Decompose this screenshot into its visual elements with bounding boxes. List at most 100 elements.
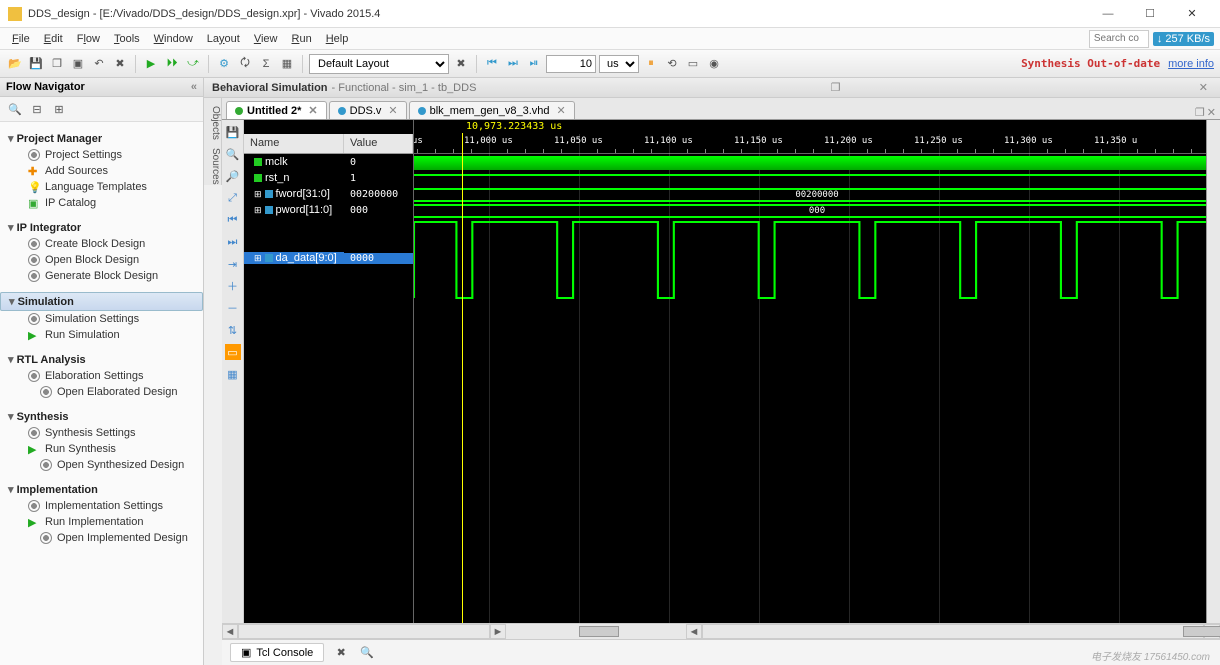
nav-item-project-settings[interactable]: Project Settings xyxy=(0,147,203,163)
panel-pop-icon[interactable]: ❐ xyxy=(827,81,845,94)
zoom-out-icon[interactable]: 🔎 xyxy=(225,168,241,184)
close-button[interactable]: ✕ xyxy=(1172,2,1212,26)
scroll-thumb[interactable] xyxy=(579,626,619,637)
run-trig-icon[interactable]: ⏭ xyxy=(504,55,522,73)
nav-group-synthesis[interactable]: Synthesis xyxy=(0,408,203,425)
menu-file[interactable]: File xyxy=(6,31,36,47)
nav-item-ip-catalog[interactable]: ▣IP Catalog xyxy=(0,195,203,211)
swap-icon[interactable]: ⇅ xyxy=(225,322,241,338)
nav-group-ip-integrator[interactable]: IP Integrator xyxy=(0,219,203,236)
more-info-link[interactable]: more info xyxy=(1168,58,1214,70)
cancel-icon[interactable]: ✖ xyxy=(111,55,129,73)
window-icon[interactable]: ▭ xyxy=(684,55,702,73)
nav-item-implementation-settings[interactable]: Implementation Settings xyxy=(0,498,203,514)
nav-item-simulation-settings[interactable]: Simulation Settings xyxy=(0,311,203,327)
panel-menu-icon[interactable]: « xyxy=(191,81,197,93)
signal-row-pword110[interactable]: ⊞pword[11:0]000 xyxy=(244,202,413,218)
zoom-fit-icon[interactable]: ⤢ xyxy=(225,190,241,206)
scope-icon[interactable]: ◉ xyxy=(705,55,723,73)
horizontal-scrollbar[interactable]: ◄ ► ◄ ► xyxy=(222,623,1220,639)
run-step-icon[interactable]: ⤻ xyxy=(184,55,202,73)
break-icon[interactable]: ⏸ xyxy=(642,55,660,73)
nav-item-open-elaborated-design[interactable]: Open Elaborated Design xyxy=(0,384,203,400)
nav-item-run-implementation[interactable]: ▶Run Implementation xyxy=(0,514,203,530)
signal-row-fword310[interactable]: ⊞fword[31:0]00200000 xyxy=(244,186,413,202)
signal-row-mclk[interactable]: mclk0 xyxy=(244,154,413,170)
step-icon[interactable]: ⏯ xyxy=(525,55,543,73)
layout-select[interactable]: Default Layout xyxy=(309,54,449,74)
clear-icon[interactable]: ✖ xyxy=(332,644,350,662)
open-icon[interactable]: 📂 xyxy=(6,55,24,73)
search-icon[interactable]: 🔍 xyxy=(6,100,24,118)
search-input[interactable] xyxy=(1089,30,1149,48)
maximize-button[interactable]: ☐ xyxy=(1130,2,1170,26)
search-icon[interactable]: 🔍 xyxy=(358,644,376,662)
panel-close-icon[interactable]: ✕ xyxy=(1195,81,1212,94)
menu-layout[interactable]: Layout xyxy=(201,31,246,47)
scroll-right-icon[interactable]: ► xyxy=(490,624,506,639)
run-time-unit[interactable]: us xyxy=(599,55,639,73)
tab-blkmem[interactable]: blk_mem_gen_v8_3.vhd✕ xyxy=(409,101,575,119)
save-icon[interactable]: 💾 xyxy=(27,55,45,73)
layout-reset-icon[interactable]: ✖ xyxy=(452,55,470,73)
col-value[interactable]: Value xyxy=(344,134,413,153)
nav-item-create-block-design[interactable]: Create Block Design xyxy=(0,236,203,252)
close-icon[interactable]: ✕ xyxy=(308,104,317,117)
highlight-icon[interactable]: ▭ xyxy=(225,344,241,360)
scroll-left-icon[interactable]: ◄ xyxy=(222,624,238,639)
scroll-left-icon[interactable]: ◄ xyxy=(686,624,702,639)
nav-group-implementation[interactable]: Implementation xyxy=(0,481,203,498)
paste-icon[interactable]: ▣ xyxy=(69,55,87,73)
undo-icon[interactable]: ↶ xyxy=(90,55,108,73)
chip-icon[interactable]: ▦ xyxy=(278,55,296,73)
menu-window[interactable]: Window xyxy=(148,31,199,47)
time-ruler[interactable]: 10,950 us11,000 us11,050 us11,100 us11,1… xyxy=(414,134,1220,154)
group-icon[interactable]: ▦ xyxy=(225,366,241,382)
nav-item-run-simulation[interactable]: ▶Run Simulation xyxy=(0,327,203,343)
remove-marker-icon[interactable]: － xyxy=(225,300,241,316)
restart-icon[interactable]: ⏮ xyxy=(483,55,501,73)
nav-item-open-implemented-design[interactable]: Open Implemented Design xyxy=(0,530,203,546)
menu-help[interactable]: Help xyxy=(320,31,355,47)
copy-icon[interactable]: ❐ xyxy=(48,55,66,73)
save-icon[interactable]: 💾 xyxy=(225,124,241,140)
close-icon[interactable]: ✕ xyxy=(556,104,565,117)
nav-group-project-manager[interactable]: Project Manager xyxy=(0,130,203,147)
menu-tools[interactable]: Tools xyxy=(108,31,146,47)
run-icon[interactable]: ▶ xyxy=(142,55,160,73)
run-all-icon[interactable]: ⏵⏵ xyxy=(163,55,181,73)
maximize-icon[interactable]: ❐ xyxy=(1195,106,1205,119)
nav-group-rtl-analysis[interactable]: RTL Analysis xyxy=(0,351,203,368)
nav-item-generate-block-design[interactable]: Generate Block Design xyxy=(0,268,203,284)
waveform-canvas[interactable]: 10,973.223433 us 10,950 us11,000 us11,05… xyxy=(414,120,1220,623)
sigma-icon[interactable]: Σ xyxy=(257,55,275,73)
goto-icon[interactable]: ⇥ xyxy=(225,256,241,272)
nav-item-open-synthesized-design[interactable]: Open Synthesized Design xyxy=(0,457,203,473)
vertical-scrollbar[interactable] xyxy=(1206,120,1220,623)
add-marker-icon[interactable]: ＋ xyxy=(225,278,241,294)
signal-row-da_data90[interactable]: ⊞da_data[9:0]0000 xyxy=(244,218,413,298)
flow-navigator-tree[interactable]: Project ManagerProject Settings✚Add Sour… xyxy=(0,122,203,665)
scroll-thumb[interactable] xyxy=(1183,626,1220,637)
signal-rows[interactable]: mclk0rst_n1⊞fword[31:0]00200000⊞pword[11… xyxy=(244,154,413,623)
prev-edge-icon[interactable]: ⏮ xyxy=(225,212,241,228)
sources-tab[interactable]: Sources xyxy=(204,140,222,185)
cursor-line[interactable] xyxy=(462,120,463,623)
menu-view[interactable]: View xyxy=(248,31,284,47)
zoom-in-icon[interactable]: 🔍 xyxy=(225,146,241,162)
menu-run[interactable]: Run xyxy=(286,31,318,47)
close-icon[interactable]: ✕ xyxy=(1207,106,1216,119)
nav-item-run-synthesis[interactable]: ▶Run Synthesis xyxy=(0,441,203,457)
tab-dds[interactable]: DDS.v✕ xyxy=(329,101,407,119)
next-edge-icon[interactable]: ⏭ xyxy=(225,234,241,250)
run-time-input[interactable] xyxy=(546,55,596,73)
tcl-console-tab[interactable]: ▣ Tcl Console xyxy=(230,643,324,662)
relaunch-icon[interactable]: ⟲ xyxy=(663,55,681,73)
nav-item-add-sources[interactable]: ✚Add Sources xyxy=(0,163,203,179)
nav-item-language-templates[interactable]: 💡Language Templates xyxy=(0,179,203,195)
nav-group-simulation[interactable]: Simulation xyxy=(0,292,203,311)
objects-tab[interactable]: Objects xyxy=(204,98,222,140)
menu-edit[interactable]: Edit xyxy=(38,31,69,47)
nav-item-elaboration-settings[interactable]: Elaboration Settings xyxy=(0,368,203,384)
close-icon[interactable]: ✕ xyxy=(388,104,397,117)
